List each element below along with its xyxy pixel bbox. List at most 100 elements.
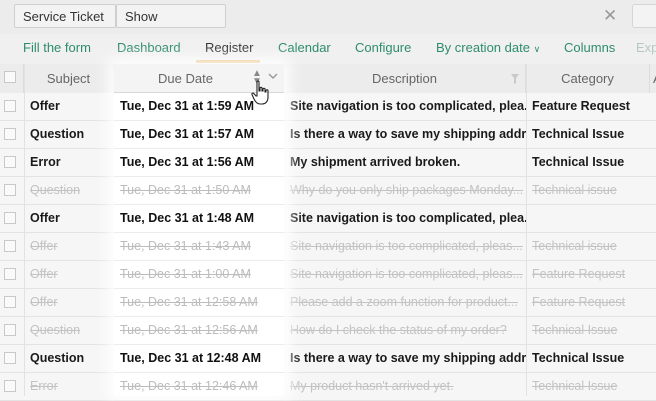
- chevron-down-icon: ∨: [533, 44, 541, 54]
- cell-subject: Offer: [30, 267, 58, 281]
- cell-due-date: Tue, Dec 31 at 12:56 AM: [114, 317, 284, 345]
- cell-extra: [650, 261, 656, 288]
- register-table: Subject Description Category A Offer Site…: [0, 64, 656, 401]
- row-checkbox[interactable]: [4, 212, 16, 224]
- cell-category: Technical Issue: [532, 323, 618, 337]
- table-row[interactable]: Offer Site navigation is too complicated,…: [0, 261, 656, 289]
- cell-category: Technical Issue: [532, 351, 625, 365]
- column-header-extra[interactable]: A: [650, 64, 656, 93]
- cell-due-date: Tue, Dec 31 at 12:48 AM: [114, 345, 284, 373]
- column-header-description[interactable]: Description: [284, 64, 526, 93]
- cell-extra: [650, 93, 656, 120]
- cell-category: Feature Request: [532, 267, 626, 281]
- select-all-cell[interactable]: [0, 64, 24, 93]
- cell-extra: [650, 289, 656, 316]
- hand-cursor-icon: [251, 80, 269, 105]
- checkbox-icon[interactable]: [4, 71, 16, 83]
- cell-due-date: Tue, Dec 31 at 1:57 AM: [114, 121, 284, 149]
- search-input[interactable]: [632, 4, 656, 28]
- table-row[interactable]: Offer Site navigation is too complicated,…: [0, 93, 656, 121]
- cell-subject: Error: [30, 155, 61, 169]
- menu-calendar[interactable]: Calendar: [278, 40, 331, 55]
- cell-extra: [650, 317, 656, 344]
- cell-description: Site navigation is too complicated, plea…: [290, 239, 523, 253]
- table-row[interactable]: Offer Site navigation is too complicated,…: [0, 233, 656, 261]
- active-tab-indicator: [196, 60, 260, 63]
- cell-due-date: Tue, Dec 31 at 1:48 AM: [114, 205, 284, 233]
- table-header: Subject Description Category A: [0, 64, 656, 94]
- table-row[interactable]: Question Why do you only ship packages Mo…: [0, 177, 656, 205]
- cell-subject: Question: [30, 323, 81, 337]
- menu-columns[interactable]: Columns: [564, 40, 615, 55]
- cell-subject: Offer: [30, 99, 60, 113]
- cell-due-date: Tue, Dec 31 at 12:58 AM: [114, 289, 284, 317]
- cell-due-date: Tue, Dec 31 at 1:43 AM: [114, 233, 284, 261]
- filter-chip-service-ticket[interactable]: Service Ticket: [14, 4, 116, 28]
- cell-due-date: Tue, Dec 31 at 1:50 AM: [114, 177, 284, 205]
- cell-extra: [650, 149, 656, 176]
- cell-extra: [650, 177, 656, 204]
- cell-due-date: Tue, Dec 31 at 12:46 AM: [114, 373, 284, 401]
- filter-bar: Service Ticket Show finished✕ ✕: [0, 0, 656, 49]
- column-divider: [526, 64, 527, 396]
- table-row[interactable]: Offer Site navigation is too complicated,…: [0, 205, 656, 233]
- cell-extra: [650, 233, 656, 260]
- cell-description: Please add a zoom function for product..…: [290, 295, 518, 309]
- table-row[interactable]: Error My product hasn't arrived yet. Techn…: [0, 373, 656, 401]
- table-row[interactable]: Question Is there a way to save my shippi…: [0, 345, 656, 373]
- cell-category: Technical Issue: [532, 127, 625, 141]
- cell-due-date: Tue, Dec 31 at 1:00 AM: [114, 261, 284, 289]
- cell-description: Site navigation is too complicated, plea…: [290, 99, 526, 113]
- menu-fill-the-form[interactable]: Fill the form: [23, 40, 91, 55]
- column-header-label: Due Date: [158, 71, 213, 86]
- menu-by-creation-date[interactable]: By creation date ∨: [436, 40, 540, 55]
- cell-category: Technical issue: [532, 183, 617, 197]
- row-checkbox[interactable]: [4, 156, 16, 168]
- clear-filters-icon[interactable]: ✕: [603, 6, 617, 26]
- cell-category: [526, 205, 650, 232]
- column-divider: [24, 64, 25, 396]
- row-checkbox[interactable]: [4, 324, 16, 336]
- cell-description: Is there a way to save my shipping addr.…: [290, 127, 526, 141]
- filter-chip-show-finished[interactable]: Show finished✕: [116, 4, 226, 49]
- cell-extra: [650, 121, 656, 148]
- cell-category: Feature Request: [532, 99, 630, 113]
- cell-description: Is there a way to save my shipping addr.…: [290, 351, 526, 365]
- table-row[interactable]: Question Is there a way to save my shippi…: [0, 121, 656, 149]
- row-checkbox[interactable]: [4, 352, 16, 364]
- cell-subject: Offer: [30, 211, 60, 225]
- toolbar-menu: Fill the form Dashboard Register Calenda…: [0, 34, 656, 64]
- menu-export[interactable]: Exp: [636, 40, 656, 55]
- table-row[interactable]: Error My shipment arrived broken. Technica…: [0, 149, 656, 177]
- cell-subject: Offer: [30, 295, 58, 309]
- cell-subject: Question: [30, 351, 85, 365]
- row-checkbox[interactable]: [4, 128, 16, 140]
- cell-subject: Offer: [30, 239, 58, 253]
- cell-category: Feature Request: [532, 295, 626, 309]
- row-checkbox[interactable]: [4, 100, 16, 112]
- row-checkbox[interactable]: [4, 380, 16, 392]
- row-checkbox[interactable]: [4, 296, 16, 308]
- menu-label: By creation date: [436, 40, 530, 55]
- cell-subject: Question: [30, 127, 85, 141]
- column-header-subject[interactable]: Subject: [24, 64, 114, 93]
- row-checkbox[interactable]: [4, 240, 16, 252]
- cell-description: Site navigation is too complicated, plea…: [290, 267, 523, 281]
- menu-configure[interactable]: Configure: [355, 40, 411, 55]
- filter-icon[interactable]: [511, 74, 519, 84]
- table-row[interactable]: Offer Please add a zoom function for prod…: [0, 289, 656, 317]
- row-checkbox[interactable]: [4, 184, 16, 196]
- row-checkbox[interactable]: [4, 268, 16, 280]
- menu-register[interactable]: Register: [205, 40, 253, 55]
- menu-dashboard[interactable]: Dashboard: [117, 40, 181, 55]
- column-header-category[interactable]: Category: [526, 64, 650, 93]
- cell-subject: Question: [30, 183, 81, 197]
- cell-extra: [650, 345, 656, 372]
- cell-description: How do I check the status of my order?: [290, 323, 507, 337]
- cell-extra: [650, 205, 656, 232]
- cell-category: Technical issue: [532, 239, 617, 253]
- table-row[interactable]: Question How do I check the status of my …: [0, 317, 656, 345]
- cell-description: Site navigation is too complicated, plea…: [290, 211, 526, 225]
- cell-category: Technical Issue: [532, 155, 625, 169]
- cell-due-date: Tue, Dec 31 at 1:56 AM: [114, 149, 284, 177]
